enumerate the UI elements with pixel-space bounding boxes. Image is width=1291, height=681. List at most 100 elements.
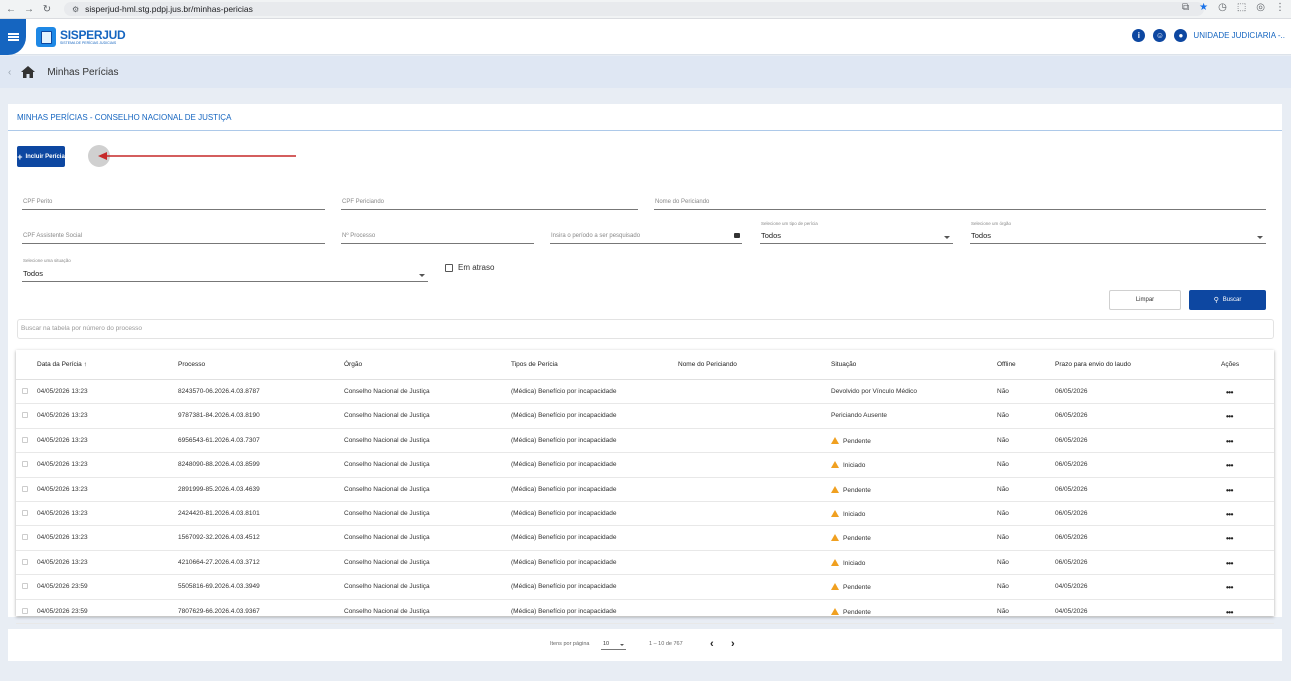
more-actions-icon[interactable]: ••• — [1226, 510, 1233, 519]
more-actions-icon[interactable]: ••• — [1226, 388, 1233, 397]
cell-situacao: Pendente — [831, 534, 871, 542]
header-situacao[interactable]: Situação — [831, 361, 856, 368]
cell-offline: Não — [997, 583, 1009, 590]
cell-processo-text: 2891999-85.2026.4.03.4639 — [178, 485, 260, 493]
previous-page-icon[interactable]: ‹ — [710, 638, 714, 650]
browser-toolbar: ← → ↻ ⚙ sisperjud-hml.stg.pdpj.jus.br/mi… — [0, 0, 1291, 19]
back-arrow-icon[interactable]: ← — [4, 2, 18, 16]
tipo-pericia-value: Todos — [761, 231, 782, 240]
cell-tipo: (Médica) Benefício por incapacidade — [511, 583, 617, 590]
checkbox-box[interactable] — [445, 263, 453, 272]
row-checkbox[interactable] — [22, 510, 28, 516]
info-icon[interactable]: i — [1132, 29, 1146, 42]
cell-offline-text: Não — [997, 607, 1009, 615]
situacao-select[interactable]: Selecione uma situação Todos — [22, 258, 428, 282]
cell-processo-text: 8248090-88.2026.4.03.8599 — [178, 461, 260, 469]
header-prazo[interactable]: Prazo para envio do laudo — [1055, 361, 1131, 368]
row-checkbox[interactable] — [22, 558, 28, 565]
more-actions-icon[interactable]: ••• — [1226, 461, 1233, 470]
history-icon[interactable]: ◷ — [1218, 2, 1227, 13]
browser-menu-icon[interactable]: ⋮ — [1275, 2, 1285, 13]
cell-processo: 2891999-85.2026.4.03.4639 — [178, 486, 260, 493]
row-checkbox[interactable] — [22, 485, 28, 492]
home-icon[interactable] — [21, 66, 36, 78]
orgao-select[interactable]: Selecione um órgão Todos — [970, 221, 1266, 244]
row-checkbox[interactable] — [22, 534, 28, 541]
address-bar[interactable]: ⚙ sisperjud-hml.stg.pdpj.jus.br/minhas-p… — [64, 2, 1204, 16]
unit-name[interactable]: UNIDADE JUDICIARIA -.. — [1193, 31, 1285, 40]
more-actions-icon[interactable]: ••• — [1226, 608, 1233, 617]
row-checkbox[interactable] — [22, 388, 28, 394]
chevron-down-icon — [1257, 236, 1263, 239]
tipo-pericia-label: Selecione um tipo de perícia — [761, 221, 818, 226]
calendar-icon[interactable] — [734, 233, 740, 238]
header-processo[interactable]: Processo — [178, 361, 205, 368]
tipo-pericia-select[interactable]: Selecione um tipo de perícia Todos — [760, 221, 953, 244]
cell-prazo: 04/05/2026 — [1055, 583, 1088, 590]
cell-offline-text: Não — [997, 461, 1009, 469]
header-data[interactable]: Data da Perícia ↑ — [37, 361, 87, 368]
accessibility-icon[interactable]: ☺ — [1153, 29, 1167, 42]
profile-icon[interactable]: ◎ — [1256, 2, 1265, 13]
row-checkbox[interactable] — [22, 412, 28, 419]
add-pericia-button[interactable]: + Incluir Perícia — [17, 146, 65, 167]
nome-periciando-field[interactable]: Nome do Periciando — [654, 192, 1266, 210]
table-row[interactable]: 04/05/2026 13:23 9787381-84.2026.4.03.819… — [16, 404, 1274, 429]
cell-data-text: 04/05/2026 13:23 — [37, 388, 88, 395]
header-nome[interactable]: Nome do Periciando — [678, 361, 737, 368]
hamburger-menu-button[interactable] — [0, 19, 26, 55]
cell-orgao-text: Conselho Nacional de Justiça — [344, 534, 430, 542]
cell-data-text: 04/05/2026 13:23 — [37, 412, 88, 420]
site-settings-icon[interactable]: ⚙ — [72, 5, 79, 14]
cell-data-text: 04/05/2026 13:23 — [37, 558, 88, 566]
more-actions-icon[interactable]: ••• — [1226, 412, 1233, 421]
cpf-assistente-field[interactable]: CPF Assistente Social — [22, 226, 325, 244]
clear-button[interactable]: Limpar — [1109, 290, 1181, 310]
extensions-icon[interactable]: ⬚ — [1237, 2, 1246, 13]
table-row[interactable]: 04/05/2026 13:23 8243570-06.2026.4.03.878… — [16, 380, 1274, 405]
cell-situacao-text: Pendente — [843, 608, 871, 616]
cell-processo-text: 2424420-81.2026.4.03.8101 — [178, 510, 260, 517]
install-icon[interactable]: ⧉ — [1182, 2, 1189, 13]
table-row[interactable]: 04/05/2026 23:59 5505816-69.2026.4.03.394… — [16, 575, 1274, 600]
num-processo-field[interactable]: Nº Processo — [341, 226, 534, 244]
cell-processo: 4210664-27.2026.4.03.3712 — [178, 559, 260, 566]
page-size-select[interactable]: 10 — [601, 638, 626, 650]
header-tipos[interactable]: Tipos de Perícia — [511, 361, 558, 368]
table-row[interactable]: 04/05/2026 13:23 1567092-32.2026.4.03.451… — [16, 526, 1274, 551]
cpf-periciando-field[interactable]: CPF Periciando — [341, 192, 638, 210]
bookmark-star-icon[interactable]: ★ — [1199, 2, 1208, 13]
table-row[interactable]: 04/05/2026 13:23 6956543-61.2026.4.03.730… — [16, 429, 1274, 454]
more-actions-icon[interactable]: ••• — [1226, 486, 1233, 495]
header-orgao[interactable]: Órgão — [344, 361, 362, 368]
row-checkbox[interactable] — [22, 436, 28, 443]
reload-icon[interactable]: ↻ — [40, 2, 54, 16]
row-checkbox[interactable] — [22, 461, 28, 468]
row-checkbox[interactable] — [22, 607, 28, 614]
more-actions-icon[interactable]: ••• — [1226, 559, 1233, 568]
table-row[interactable]: 04/05/2026 13:23 2891999-85.2026.4.03.463… — [16, 478, 1274, 502]
cpf-perito-field[interactable]: CPF Perito — [22, 192, 325, 210]
more-actions-icon[interactable]: ••• — [1226, 534, 1233, 543]
header-offline[interactable]: Offline — [997, 361, 1016, 368]
next-page-icon[interactable]: › — [731, 638, 735, 650]
app-logo[interactable]: SISPERJUD SISTEMA DE PERÍCIAS JUDICIAIS — [36, 27, 126, 47]
chevron-left-icon[interactable]: ‹ — [8, 67, 11, 78]
more-actions-icon[interactable]: ••• — [1226, 583, 1233, 592]
search-button[interactable]: ⚲ Buscar — [1189, 290, 1266, 310]
forward-arrow-icon[interactable]: → — [22, 2, 36, 16]
periodo-field[interactable]: Insira o período a ser pesquisado — [550, 226, 742, 244]
cell-processo: 1567092-32.2026.4.03.4512 — [178, 534, 260, 541]
table-row[interactable]: 04/05/2026 23:59 7807629-66.2026.4.03.936… — [16, 600, 1274, 624]
more-actions-icon[interactable]: ••• — [1226, 437, 1233, 446]
cell-situacao: Periciando Ausente — [831, 412, 887, 419]
table-search-input[interactable]: Buscar na tabela por número do processo — [17, 319, 1274, 339]
table-row[interactable]: 04/05/2026 13:23 8248090-88.2026.4.03.859… — [16, 453, 1274, 478]
row-checkbox[interactable] — [22, 583, 28, 590]
table-row[interactable]: 04/05/2026 13:23 4210664-27.2026.4.03.371… — [16, 551, 1274, 576]
user-avatar-icon[interactable]: ● — [1174, 29, 1188, 42]
table-row[interactable]: 04/05/2026 13:23 2424420-81.2026.4.03.810… — [16, 502, 1274, 527]
cell-offline-text: Não — [997, 388, 1009, 395]
cell-tipo-text: (Médica) Benefício por incapacidade — [511, 388, 617, 395]
em-atraso-checkbox[interactable]: Em atraso — [445, 263, 494, 272]
